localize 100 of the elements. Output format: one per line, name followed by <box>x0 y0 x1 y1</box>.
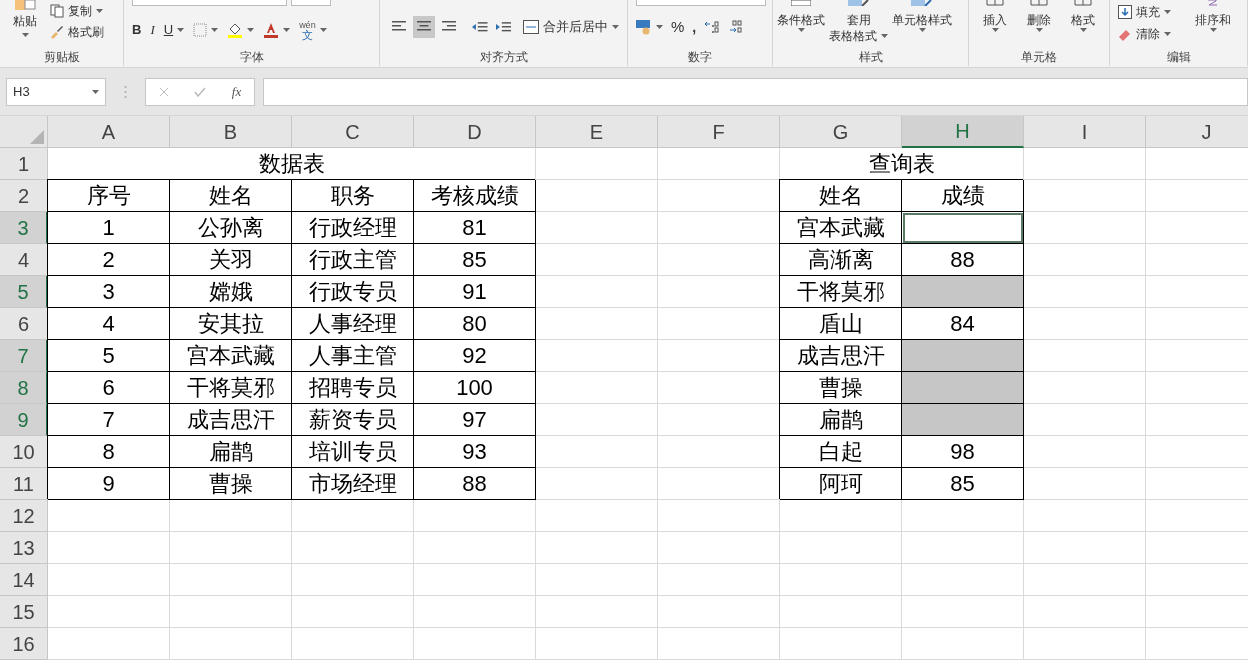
format-button[interactable]: 格式 <box>1065 0 1101 32</box>
cell-reference: H3 <box>13 82 30 101</box>
currency-button[interactable] <box>636 19 663 36</box>
table-cell: 88 <box>414 468 536 500</box>
phonetic-button[interactable]: wén 文 <box>299 20 327 40</box>
row-header[interactable]: 9 <box>0 404 48 436</box>
merge-center-button[interactable]: 合并后居中 <box>523 17 619 37</box>
underline-button[interactable]: U <box>163 20 185 40</box>
table-cell: 薪资专员 <box>292 404 414 436</box>
font-color-button[interactable] <box>263 22 291 38</box>
fill-color-button[interactable] <box>227 22 255 38</box>
formula-input[interactable] <box>263 77 1248 106</box>
column-header[interactable]: F <box>658 116 780 148</box>
name-box[interactable]: H3 <box>6 77 106 106</box>
row-header[interactable]: 4 <box>0 244 48 276</box>
group-label: 字体 <box>239 49 264 66</box>
table-cell: 4 <box>48 308 170 340</box>
delete-button[interactable]: 删除 <box>1021 0 1057 32</box>
column-header[interactable]: I <box>1024 116 1146 148</box>
column-header[interactable]: A <box>48 116 170 148</box>
row-header[interactable]: 1 <box>0 148 48 180</box>
row-header[interactable]: 12 <box>0 500 48 532</box>
brush-icon <box>50 25 64 39</box>
font-color-icon <box>263 22 280 38</box>
borders-button[interactable] <box>193 23 219 37</box>
row-header[interactable]: 14 <box>0 564 48 596</box>
sort-button[interactable]: 排序和 <box>1195 0 1231 32</box>
group-label: 编辑 <box>1166 49 1191 66</box>
row-header[interactable]: 8 <box>0 372 48 404</box>
row-header[interactable]: 2 <box>0 180 48 212</box>
table-cell: 6 <box>48 372 170 404</box>
table-cell: 成吉思汗 <box>170 404 292 436</box>
insert-button[interactable]: 插入 <box>977 0 1013 32</box>
down-arrow-icon <box>1118 5 1132 19</box>
caret-icon <box>797 28 805 32</box>
percent-button[interactable]: % <box>671 16 685 39</box>
caret-icon <box>918 28 926 32</box>
row-header[interactable]: 7 <box>0 340 48 372</box>
copy-button[interactable]: 复制 <box>50 2 104 20</box>
table-cell: 行政经理 <box>292 212 414 244</box>
caret-icon <box>247 28 255 32</box>
table-cell: 8 <box>48 436 170 468</box>
caret-icon <box>1209 28 1217 32</box>
table-cell: 招聘专员 <box>292 372 414 404</box>
column-header[interactable]: D <box>414 116 536 148</box>
table-cell: 2 <box>48 244 170 276</box>
table-cell: 关羽 <box>170 244 292 276</box>
table-cell: 安其拉 <box>170 308 292 340</box>
sort-icon <box>1206 0 1220 6</box>
clear-button[interactable]: 清除 <box>1118 25 1171 43</box>
caret-icon <box>881 34 888 38</box>
table-cell: 85 <box>414 244 536 276</box>
fill-button[interactable]: 填充 <box>1118 3 1171 21</box>
comma-button[interactable]: , <box>692 16 697 38</box>
format-painter-button[interactable]: 格式刷 <box>50 23 104 41</box>
insert-function-button[interactable]: fx <box>231 81 242 102</box>
column-header[interactable]: B <box>170 116 292 148</box>
row-header[interactable]: 15 <box>0 596 48 628</box>
cell-styles-button[interactable]: 单元格样式 <box>892 0 952 32</box>
column-header[interactable]: E <box>536 116 658 148</box>
table-cell: 7 <box>48 404 170 436</box>
column-header[interactable]: G <box>780 116 902 148</box>
row-header[interactable]: 5 <box>0 276 48 308</box>
conditional-format-button[interactable]: 条件格式 <box>777 0 825 32</box>
group-label: 剪贴板 <box>43 49 80 66</box>
caret-icon <box>1164 32 1171 36</box>
table-cell: 97 <box>414 404 536 436</box>
row-header[interactable]: 11 <box>0 468 48 500</box>
group-label: 样式 <box>858 49 883 66</box>
table-cell: 查询表 <box>780 148 1024 180</box>
align-button[interactable] <box>413 16 435 38</box>
table-cell: 91 <box>414 276 536 308</box>
check-icon[interactable] <box>194 86 207 97</box>
merge-icon <box>523 20 539 34</box>
table-cell: 行政专员 <box>292 276 414 308</box>
align-icon <box>391 21 406 33</box>
column-header[interactable]: C <box>292 116 414 148</box>
row-header[interactable]: 10 <box>0 436 48 468</box>
table-cell: 公孙离 <box>170 212 292 244</box>
paste-button[interactable]: 粘贴 <box>8 0 42 37</box>
column-header[interactable]: H <box>902 116 1024 148</box>
format-as-table-button[interactable]: 套用 表格格式 <box>829 0 888 44</box>
caret-icon <box>92 89 99 94</box>
row-header[interactable]: 16 <box>0 628 48 660</box>
table-cell: 序号 <box>48 180 170 212</box>
table-cell: 行政主管 <box>292 244 414 276</box>
borders-icon <box>193 23 208 37</box>
table-cell: 干将莫邪 <box>170 372 292 404</box>
caret-icon <box>319 28 327 32</box>
grid-icon <box>1074 0 1092 6</box>
bold-button[interactable]: B <box>132 20 142 40</box>
table-cell: 曹操 <box>170 468 292 500</box>
caret-icon <box>1035 28 1043 32</box>
table-cell: 姓名 <box>780 180 902 212</box>
italic-button[interactable]: I <box>150 20 155 40</box>
caret-icon <box>612 25 619 29</box>
row-header[interactable]: 3 <box>0 212 48 244</box>
row-header[interactable]: 6 <box>0 308 48 340</box>
column-header[interactable]: J <box>1146 116 1248 148</box>
row-header[interactable]: 13 <box>0 532 48 564</box>
